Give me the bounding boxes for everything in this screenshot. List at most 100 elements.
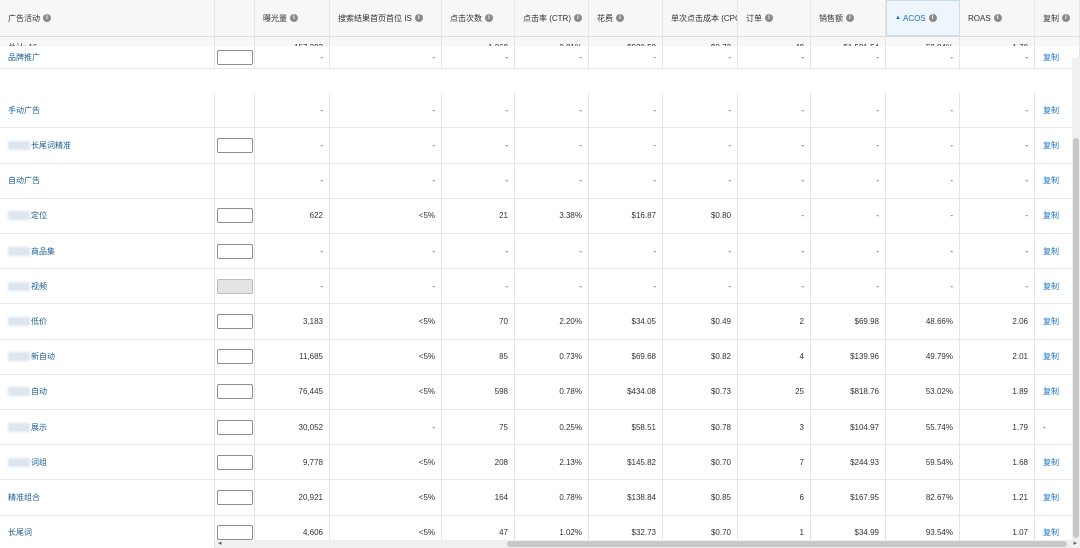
metric-value: 49.79% <box>925 352 953 362</box>
copy-link[interactable]: 复制 <box>1043 210 1059 221</box>
table-row: 商品集 - - - - - - - - - - 复制 <box>0 234 1080 270</box>
column-header-label: 广告活动 <box>8 13 40 23</box>
column-header[interactable]: 搜索结果首页首位 IS i <box>330 0 442 36</box>
metric-value: - <box>1025 246 1028 256</box>
vertical-scrollbar[interactable] <box>1072 58 1080 540</box>
bid-input[interactable] <box>216 243 253 259</box>
campaign-name-link[interactable]: 低价 <box>31 316 47 327</box>
metric-value: - <box>876 176 879 186</box>
copy-link[interactable]: 复制 <box>1043 140 1059 151</box>
campaign-name-link[interactable]: 手动广告 <box>8 105 40 116</box>
vertical-scroll-thumb[interactable] <box>1073 138 1079 538</box>
bid-input[interactable] <box>216 525 253 541</box>
info-circle-icon[interactable]: i <box>1062 14 1070 22</box>
column-header[interactable]: 订单 i <box>738 0 811 36</box>
info-circle-icon[interactable]: i <box>928 14 937 22</box>
metric-value: $69.68 <box>631 352 656 362</box>
campaign-name-link[interactable]: 长尾词精准 <box>31 140 71 151</box>
info-circle-icon[interactable]: i <box>414 14 423 22</box>
column-header-label: 曝光量 <box>263 13 287 23</box>
column-header[interactable]: 单次点击成本 (CPC) <box>663 0 738 36</box>
info-circle-icon[interactable]: i <box>574 14 582 22</box>
info-circle-icon[interactable]: i <box>993 14 1002 22</box>
info-circle-icon[interactable]: i <box>616 14 624 22</box>
bid-input[interactable] <box>216 313 253 329</box>
copy-link[interactable]: 复制 <box>1043 105 1059 116</box>
campaign-name-link[interactable]: 自动 <box>31 386 47 397</box>
bid-input[interactable] <box>216 208 253 224</box>
metric-value: $818.76 <box>850 387 879 397</box>
campaign-name-link[interactable]: 展示 <box>31 422 47 433</box>
bid-input[interactable] <box>216 454 253 470</box>
metric-value: - <box>876 246 879 256</box>
bid-input[interactable] <box>216 419 253 435</box>
metric-value: - <box>950 105 953 115</box>
copy-link[interactable]: 复制 <box>1043 246 1059 257</box>
copy-link[interactable]: 复制 <box>1043 457 1059 468</box>
table-row: 精准组合 20,921 <5% 164 0.78% $138.84 $0.85 6 $167.9… <box>0 480 1080 516</box>
column-header[interactable]: 复制 i <box>1035 0 1080 36</box>
campaign-name-link[interactable]: 定位 <box>31 210 47 221</box>
column-header[interactable]: 销售额 i <box>811 0 886 36</box>
table-row: 定位 622 <5% 21 3.38% $16.87 $0.80 - - - - 复制 <box>0 198 1080 234</box>
metric-value: - <box>320 105 323 115</box>
column-header[interactable]: 曝光量 i <box>255 0 330 36</box>
horizontal-scroll-thumb[interactable] <box>507 541 1067 547</box>
metric-value: - <box>801 105 804 115</box>
info-circle-icon[interactable]: i <box>43 14 51 22</box>
metric-value: 2.13% <box>559 457 582 467</box>
campaign-name-link[interactable]: 品牌推广 <box>8 52 40 63</box>
sort-up-icon: ▲ <box>895 15 901 21</box>
copy-link[interactable]: 复制 <box>1043 527 1059 538</box>
column-header[interactable]: 广告活动 i <box>0 0 215 36</box>
bid-input[interactable] <box>216 489 253 505</box>
metric-value: $69.98 <box>854 316 879 326</box>
info-circle-icon[interactable]: i <box>290 14 298 22</box>
info-circle-icon[interactable]: i <box>485 14 493 22</box>
column-header[interactable]: 花费 i <box>589 0 663 36</box>
copy-link[interactable]: 复制 <box>1043 175 1059 186</box>
copy-link[interactable]: 复制 <box>1043 316 1059 327</box>
info-circle-icon[interactable]: i <box>765 14 773 22</box>
copy-link[interactable]: 复制 <box>1043 52 1059 63</box>
metric-value: 3 <box>799 422 804 432</box>
metric-value: - <box>950 140 953 150</box>
metric-value: - <box>432 105 435 115</box>
column-header[interactable]: ROAS i <box>960 0 1035 36</box>
campaign-name-link[interactable]: 词组 <box>31 457 47 468</box>
campaign-name-link[interactable]: 自动广告 <box>8 175 40 186</box>
column-header[interactable]: 点击次数 i <box>442 0 515 36</box>
copy-link[interactable]: 复制 <box>1043 281 1059 292</box>
metric-value: $0.82 <box>710 352 731 362</box>
campaign-name-link[interactable]: 长尾词 <box>8 527 32 538</box>
campaign-name-link[interactable]: 精准组合 <box>8 492 40 503</box>
campaign-name-link[interactable]: 视频 <box>31 281 47 292</box>
metric-value: - <box>320 52 323 62</box>
metric-value: - <box>1025 281 1028 291</box>
metric-value: - <box>579 246 582 256</box>
metric-value: - <box>579 52 582 62</box>
info-circle-icon[interactable]: i <box>846 14 854 22</box>
column-header[interactable]: ▲ ACOS i <box>886 0 960 36</box>
bid-input[interactable] <box>216 349 253 365</box>
metric-value: - <box>1025 140 1028 150</box>
horizontal-scrollbar[interactable]: ◂ ▸ <box>215 540 1080 548</box>
metric-value: $138.84 <box>627 492 656 502</box>
copy-link[interactable]: 复制 <box>1043 492 1059 503</box>
metric-value: 0.78% <box>559 492 582 502</box>
scroll-right-arrow-icon[interactable]: ▸ <box>1073 539 1077 547</box>
copy-link[interactable]: 复制 <box>1043 386 1059 397</box>
metric-value: - <box>728 281 731 291</box>
bid-input[interactable] <box>216 384 253 400</box>
scroll-left-arrow-icon[interactable]: ◂ <box>218 539 222 547</box>
bid-input[interactable] <box>216 137 253 153</box>
campaign-name-link[interactable]: 商品集 <box>31 246 55 257</box>
bid-input[interactable] <box>216 49 253 65</box>
metric-value: $434.08 <box>627 387 656 397</box>
redacted-block <box>8 211 30 221</box>
metric-value: 48.66% <box>925 316 953 326</box>
copy-link[interactable]: 复制 <box>1043 351 1059 362</box>
metric-value: - <box>950 176 953 186</box>
campaign-name-link[interactable]: 新自动 <box>31 351 55 362</box>
column-header[interactable]: 点击率 (CTR) i <box>515 0 589 36</box>
